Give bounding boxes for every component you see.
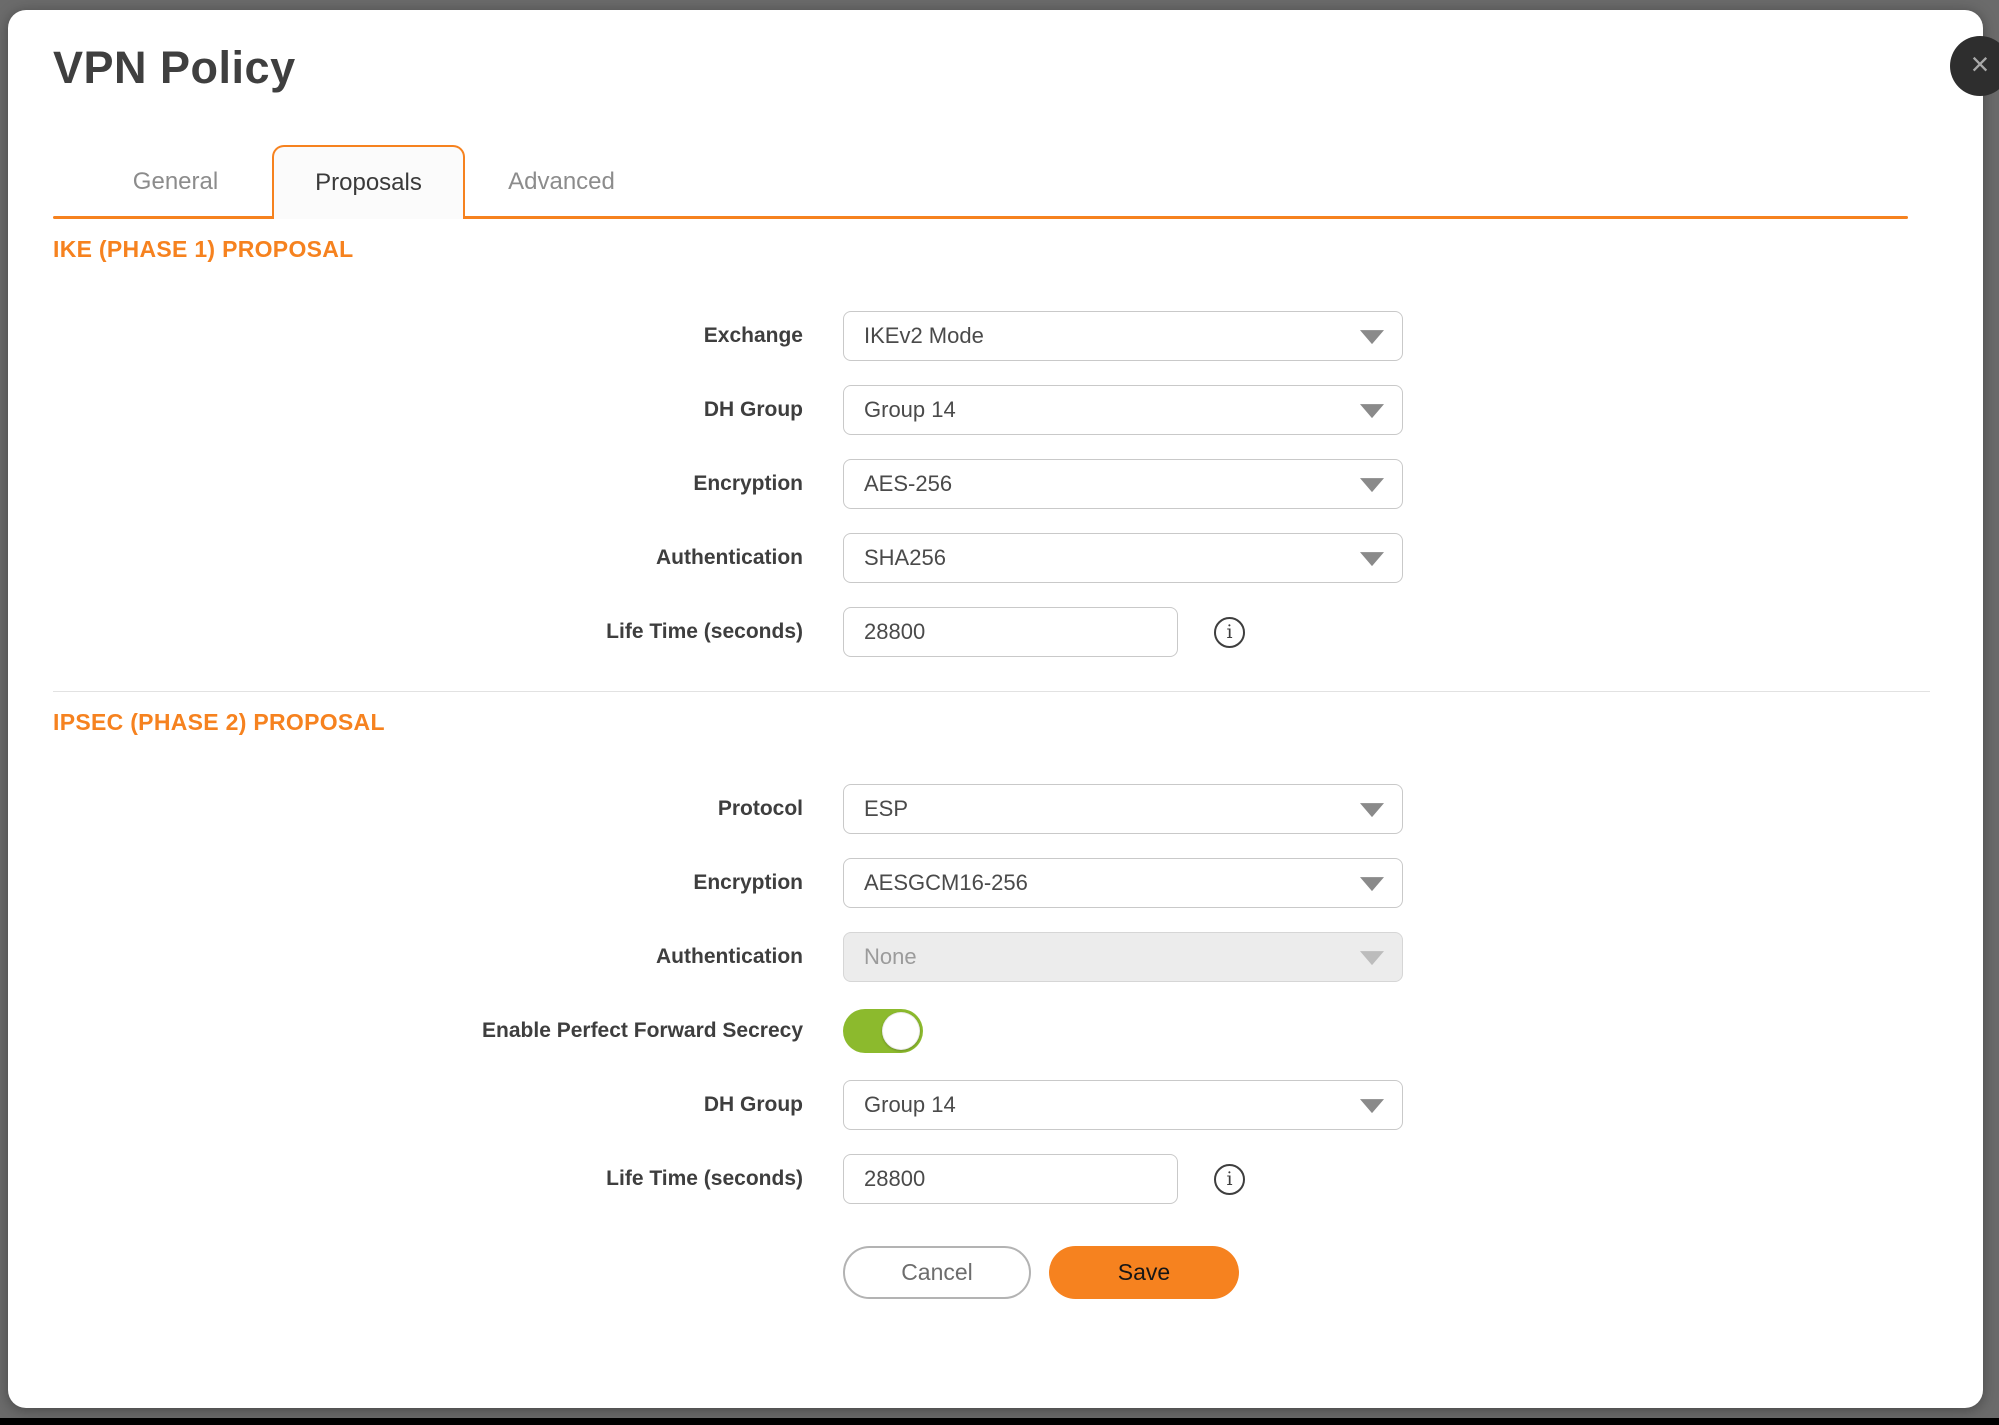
dh-group-dropdown[interactable]: Group 14: [843, 385, 1403, 435]
chevron-down-icon: [1360, 478, 1384, 492]
tab-proposals[interactable]: Proposals: [272, 145, 465, 219]
form-row-ipsec-encryption: Encryption AESGCM16-256: [53, 858, 1938, 908]
life-time-label: Life Time (seconds): [53, 620, 803, 644]
dh-group-value: Group 14: [864, 397, 956, 423]
form-row-protocol: Protocol ESP: [53, 784, 1938, 834]
ipsec-life-time-label: Life Time (seconds): [53, 1167, 803, 1191]
ipsec-phase2-form: Protocol ESP Encryption AESGCM16-256 Aut…: [53, 784, 1938, 1204]
authentication-dropdown[interactable]: SHA256: [843, 533, 1403, 583]
form-row-pfs: Enable Perfect Forward Secrecy: [53, 1006, 1938, 1056]
dh-group-label: DH Group: [53, 398, 803, 422]
ipsec-dh-group-value: Group 14: [864, 1092, 956, 1118]
encryption-label: Encryption: [53, 472, 803, 496]
backdrop-bottom-edge: [0, 1418, 1999, 1425]
pfs-label: Enable Perfect Forward Secrecy: [53, 1019, 803, 1043]
info-icon[interactable]: i: [1214, 617, 1245, 648]
exchange-value: IKEv2 Mode: [864, 323, 984, 349]
form-row-authentication: Authentication SHA256: [53, 533, 1938, 583]
ipsec-authentication-value: None: [864, 944, 917, 970]
authentication-label: Authentication: [53, 546, 803, 570]
encryption-dropdown[interactable]: AES-256: [843, 459, 1403, 509]
vpn-policy-dialog: VPN Policy General Proposals Advanced IK…: [8, 10, 1983, 1408]
form-row-dh-group: DH Group Group 14: [53, 385, 1938, 435]
protocol-dropdown[interactable]: ESP: [843, 784, 1403, 834]
ipsec-encryption-value: AESGCM16-256: [864, 870, 1028, 896]
life-time-input[interactable]: [843, 607, 1178, 657]
ipsec-authentication-dropdown: None: [843, 932, 1403, 982]
authentication-value: SHA256: [864, 545, 946, 571]
exchange-label: Exchange: [53, 324, 803, 348]
protocol-value: ESP: [864, 796, 908, 822]
form-row-life-time: Life Time (seconds) i: [53, 607, 1938, 657]
section-heading-ipsec-phase2: IPSEC (PHASE 2) PROPOSAL: [53, 709, 1938, 736]
ipsec-encryption-dropdown[interactable]: AESGCM16-256: [843, 858, 1403, 908]
chevron-down-icon: [1360, 951, 1384, 965]
form-row-encryption: Encryption AES-256: [53, 459, 1938, 509]
ipsec-dh-group-dropdown[interactable]: Group 14: [843, 1080, 1403, 1130]
dialog-actions: Cancel Save: [843, 1246, 1938, 1299]
ipsec-encryption-label: Encryption: [53, 871, 803, 895]
close-icon: ×: [1971, 48, 1990, 80]
tab-advanced[interactable]: Advanced: [465, 145, 658, 219]
chevron-down-icon: [1360, 330, 1384, 344]
encryption-value: AES-256: [864, 471, 952, 497]
form-row-ipsec-life-time: Life Time (seconds) i: [53, 1154, 1938, 1204]
ipsec-life-time-input[interactable]: [843, 1154, 1178, 1204]
ike-phase1-form: Exchange IKEv2 Mode DH Group Group 14 En…: [53, 311, 1938, 657]
save-button[interactable]: Save: [1049, 1246, 1239, 1299]
tab-general[interactable]: General: [79, 145, 272, 219]
pfs-toggle[interactable]: [843, 1009, 923, 1053]
section-heading-ike-phase1: IKE (PHASE 1) PROPOSAL: [53, 236, 1938, 263]
form-row-ipsec-dh-group: DH Group Group 14: [53, 1080, 1938, 1130]
chevron-down-icon: [1360, 1099, 1384, 1113]
cancel-button[interactable]: Cancel: [843, 1246, 1031, 1299]
form-row-ipsec-authentication: Authentication None: [53, 932, 1938, 982]
info-icon[interactable]: i: [1214, 1164, 1245, 1195]
ipsec-dh-group-label: DH Group: [53, 1093, 803, 1117]
protocol-label: Protocol: [53, 797, 803, 821]
form-row-exchange: Exchange IKEv2 Mode: [53, 311, 1938, 361]
ipsec-authentication-label: Authentication: [53, 945, 803, 969]
section-divider: [53, 691, 1930, 692]
exchange-dropdown[interactable]: IKEv2 Mode: [843, 311, 1403, 361]
chevron-down-icon: [1360, 552, 1384, 566]
chevron-down-icon: [1360, 803, 1384, 817]
chevron-down-icon: [1360, 404, 1384, 418]
tab-bar: General Proposals Advanced: [53, 145, 1938, 219]
toggle-knob: [882, 1012, 920, 1050]
dialog-title: VPN Policy: [53, 38, 1938, 98]
chevron-down-icon: [1360, 877, 1384, 891]
